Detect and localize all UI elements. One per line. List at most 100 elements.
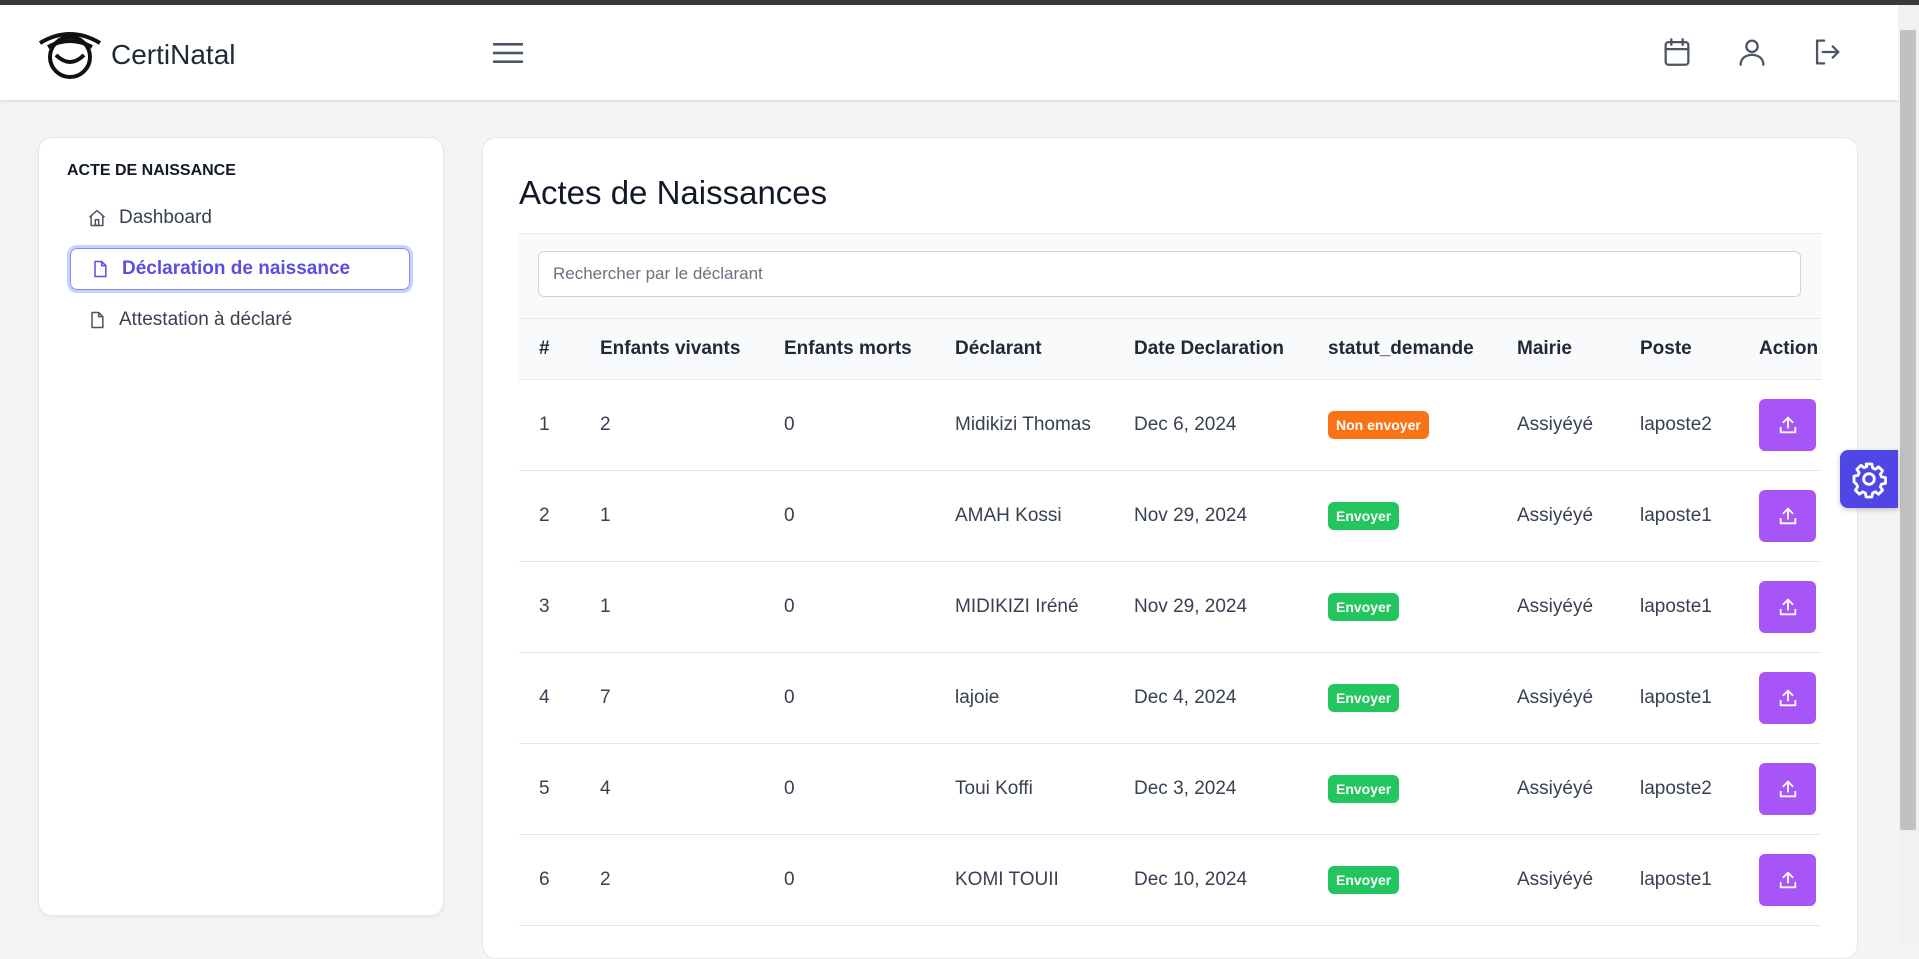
cell-poste: laposte1 (1640, 869, 1712, 890)
cell-declarant: MIDIKIZI Iréné (955, 596, 1079, 617)
column-header-date-declaration: Date Declaration (1134, 338, 1284, 359)
column-header-action: Action (1759, 338, 1819, 359)
settings-button[interactable] (1840, 450, 1898, 508)
sidebar-item-label: Attestation à déclaré (119, 309, 293, 330)
certinatal-logo (38, 32, 102, 79)
cell-number: 5 (539, 778, 550, 799)
cell-number: 1 (539, 414, 550, 435)
declarations-table: # Enfants vivants Enfants morts Déclaran… (519, 318, 1821, 926)
upload-button[interactable] (1759, 672, 1816, 724)
status-badge: Envoyer (1328, 502, 1400, 530)
table-header-row: # Enfants vivants Enfants morts Déclaran… (519, 318, 1821, 380)
upload-button[interactable] (1759, 399, 1816, 451)
cell-mairie: Assiyéyé (1517, 414, 1594, 435)
status-badge: Envoyer (1328, 593, 1400, 621)
cell-statut: Non envoyer (1308, 380, 1497, 471)
cell-mairie: Assiyéyé (1517, 687, 1594, 708)
cell-statut: Envoyer (1308, 744, 1497, 835)
gear-icon (1852, 462, 1887, 499)
sidebar-item-declaration[interactable]: Déclaration de naissance (67, 245, 413, 293)
cell-number: 4 (539, 687, 550, 708)
cell-number: 2 (539, 505, 550, 526)
search-bar-container (519, 233, 1821, 319)
file-icon (94, 260, 107, 278)
cell-mairie: Assiyéyé (1517, 596, 1594, 617)
status-badge: Envoyer (1328, 775, 1400, 803)
cell-enfants-morts: 0 (784, 687, 795, 708)
table-row: 2 1 0 AMAH Kossi Nov 29, 2024 Envoyer As… (519, 471, 1821, 562)
cell-number: 6 (539, 869, 550, 890)
cell-mairie: Assiyéyé (1517, 505, 1594, 526)
cell-action (1739, 471, 1821, 562)
cell-number: 3 (539, 596, 550, 617)
status-badge: Non envoyer (1328, 411, 1429, 439)
sidebar-heading: ACTE DE NAISSANCE (67, 162, 236, 179)
cell-date: Dec 3, 2024 (1134, 778, 1237, 799)
cell-enfants-vivants: 1 (600, 505, 611, 526)
cell-action (1739, 653, 1821, 744)
cell-enfants-vivants: 4 (600, 778, 611, 799)
sidebar-item-dashboard[interactable]: Dashboard (67, 194, 413, 242)
upload-icon (1779, 780, 1796, 798)
sidebar: ACTE DE NAISSANCE Dashboard Déclaration … (38, 137, 444, 916)
cell-declarant: lajoie (955, 687, 1000, 708)
cell-enfants-morts: 0 (784, 869, 795, 890)
cell-statut: Envoyer (1308, 562, 1497, 653)
upload-icon (1779, 871, 1796, 889)
search-input[interactable] (538, 251, 1801, 297)
sidebar-item-label: Dashboard (119, 207, 212, 228)
upload-icon (1779, 507, 1796, 525)
upload-icon (1779, 416, 1796, 434)
upload-button[interactable] (1759, 763, 1816, 815)
cell-date: Dec 4, 2024 (1134, 687, 1237, 708)
cell-enfants-vivants: 2 (600, 869, 611, 890)
upload-icon (1779, 689, 1796, 707)
column-header-enfants-morts: Enfants morts (784, 338, 912, 359)
cell-statut: Envoyer (1308, 471, 1497, 562)
file-icon (91, 311, 104, 329)
cell-enfants-morts: 0 (784, 596, 795, 617)
cell-declarant: Midikizi Thomas (955, 414, 1091, 435)
cell-action (1739, 380, 1821, 471)
cell-action (1739, 562, 1821, 653)
upload-button[interactable] (1759, 490, 1816, 542)
logout-icon[interactable] (1810, 35, 1844, 69)
cell-statut: Envoyer (1308, 653, 1497, 744)
cell-declarant: Toui Koffi (955, 778, 1033, 799)
column-header-declarant: Déclarant (955, 338, 1042, 359)
column-header-mairie: Mairie (1517, 338, 1572, 359)
home-icon (89, 209, 105, 227)
column-header-statut-demande: statut_demande (1328, 338, 1474, 359)
upload-button[interactable] (1759, 854, 1816, 906)
table-row: 4 7 0 lajoie Dec 4, 2024 Envoyer Assiyéy… (519, 653, 1821, 744)
cell-enfants-morts: 0 (784, 778, 795, 799)
cell-date: Dec 6, 2024 (1134, 414, 1237, 435)
cell-enfants-vivants: 2 (600, 414, 611, 435)
sidebar-item-label: Déclaration de naissance (122, 258, 351, 279)
sidebar-item-attestation[interactable]: Attestation à déclaré (67, 296, 413, 344)
cell-enfants-morts: 0 (784, 414, 795, 435)
cell-poste: laposte1 (1640, 505, 1712, 526)
status-badge: Envoyer (1328, 684, 1400, 712)
cell-declarant: KOMI TOUII (955, 869, 1059, 890)
cell-action (1739, 835, 1821, 926)
upload-button[interactable] (1759, 581, 1816, 633)
hamburger-icon[interactable] (493, 39, 523, 67)
cell-action (1739, 744, 1821, 835)
cell-enfants-vivants: 1 (600, 596, 611, 617)
cell-date: Nov 29, 2024 (1134, 505, 1248, 526)
cell-poste: laposte2 (1640, 778, 1712, 799)
cell-poste: laposte1 (1640, 687, 1712, 708)
cell-enfants-vivants: 7 (600, 687, 611, 708)
cell-enfants-morts: 0 (784, 505, 795, 526)
cell-mairie: Assiyéyé (1517, 869, 1594, 890)
cell-statut: Envoyer (1308, 835, 1497, 926)
calendar-icon[interactable] (1660, 35, 1694, 69)
table-row: 5 4 0 Toui Koffi Dec 3, 2024 Envoyer Ass… (519, 744, 1821, 835)
brand-name[interactable]: CertiNatal (111, 39, 235, 71)
column-header-number: # (539, 338, 550, 359)
cell-poste: laposte1 (1640, 596, 1712, 617)
page-scrollbar-thumb[interactable] (1900, 30, 1916, 830)
cell-poste: laposte2 (1640, 414, 1712, 435)
user-icon[interactable] (1735, 35, 1769, 69)
